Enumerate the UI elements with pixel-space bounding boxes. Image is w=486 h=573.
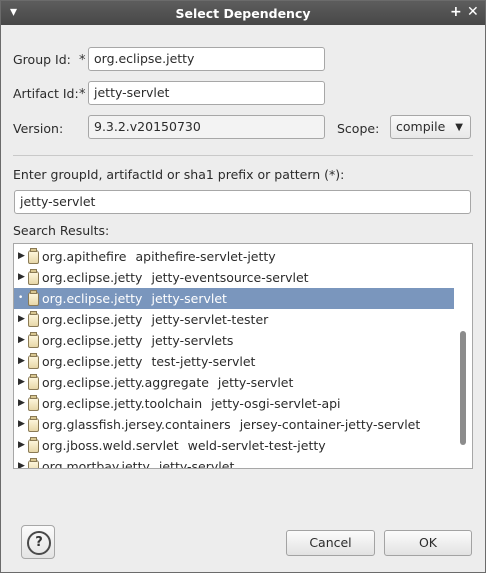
result-group: org.eclipse.jetty (42, 270, 143, 285)
result-group: org.eclipse.jetty (42, 291, 143, 306)
version-field[interactable]: 9.3.2.v20150730 (88, 115, 325, 139)
maximize-icon[interactable]: + (450, 4, 462, 20)
required-marker: * (79, 87, 86, 102)
jar-icon (28, 374, 39, 390)
scrollbar-thumb[interactable] (460, 331, 466, 445)
close-icon[interactable]: ✕ (467, 4, 479, 20)
required-marker: * (79, 53, 86, 68)
result-row[interactable]: ▶ org.eclipse.jetty test-jetty-servlet (14, 351, 454, 372)
result-artifact: jetty-servlet (151, 291, 227, 306)
title-bar: ▾ Select Dependency + ✕ (1, 1, 485, 25)
scope-label: Scope: (337, 121, 380, 136)
jar-icon (28, 290, 39, 306)
result-row[interactable]: • org.eclipse.jetty jetty-servlet (14, 288, 454, 309)
ok-button[interactable]: OK (384, 530, 472, 556)
result-artifact: jersey-container-jetty-servlet (239, 417, 421, 432)
jar-icon (28, 395, 39, 411)
artifact-id-label: Artifact Id: (13, 86, 79, 101)
result-row[interactable]: ▶ org.eclipse.jetty jetty-eventsource-serv… (14, 267, 454, 288)
result-row[interactable]: ▶ org.jboss.weld.servlet weld-servlet-test… (14, 435, 454, 456)
triangle-right-icon[interactable]: ▶ (18, 435, 25, 456)
triangle-right-icon[interactable]: ▶ (18, 267, 25, 288)
jar-icon (28, 458, 39, 468)
separator (13, 155, 473, 156)
jar-icon (28, 353, 39, 369)
triangle-right-icon[interactable]: ▶ (18, 246, 25, 267)
triangle-right-icon[interactable]: ▶ (18, 372, 25, 393)
result-group: org.eclipse.jetty (42, 333, 143, 348)
group-id-field[interactable]: org.eclipse.jetty (88, 47, 325, 71)
result-row[interactable]: ▶ org.glassfish.jersey.containers jersey-c… (14, 414, 454, 435)
result-row[interactable]: ▶ org.eclipse.jetty.toolchain jetty-osgi-s… (14, 393, 454, 414)
search-results-label: Search Results: (13, 223, 110, 238)
scope-value: compile (396, 119, 446, 134)
result-artifact: jetty-servlets (151, 333, 234, 348)
chevron-down-icon: ▼ (455, 122, 463, 133)
artifact-id-field[interactable]: jetty-servlet (88, 81, 325, 105)
cancel-button[interactable]: Cancel (286, 530, 375, 556)
triangle-right-icon[interactable]: ▶ (18, 414, 25, 435)
result-group: org.apithefire (42, 249, 127, 264)
jar-icon (28, 416, 39, 432)
group-id-label: Group Id: (13, 52, 71, 67)
triangle-right-icon[interactable]: ▶ (18, 330, 25, 351)
jar-icon (28, 248, 39, 264)
select-dependency-dialog: ▾ Select Dependency + ✕ Group Id: * org.… (0, 0, 486, 573)
expand-dot-icon[interactable]: • (18, 288, 23, 309)
version-label: Version: (13, 121, 64, 136)
result-row[interactable]: ▶ org.mortbay.jetty jetty-servlet (14, 456, 454, 469)
triangle-right-icon[interactable]: ▶ (18, 456, 25, 468)
search-prompt-label: Enter groupId, artifactId or sha1 prefix… (13, 167, 345, 182)
jar-icon (28, 332, 39, 348)
jar-icon (28, 437, 39, 453)
result-artifact: weld-servlet-test-jetty (187, 438, 326, 453)
result-group: org.jboss.weld.servlet (42, 438, 179, 453)
result-row[interactable]: ▶ org.eclipse.jetty jetty-servlets (14, 330, 454, 351)
result-row[interactable]: ▶ org.eclipse.jetty jetty-servlet-tester (14, 309, 454, 330)
help-icon: ? (27, 531, 51, 555)
result-artifact: jetty-osgi-servlet-api (211, 396, 341, 411)
result-artifact: jetty-servlet-tester (151, 312, 269, 327)
result-group: org.eclipse.jetty (42, 312, 143, 327)
result-artifact: jetty-servlet (158, 459, 235, 469)
result-group: org.eclipse.jetty.aggregate (42, 375, 209, 390)
results-scrollbar[interactable] (454, 244, 472, 468)
jar-icon (28, 311, 39, 327)
jar-icon (28, 269, 39, 285)
triangle-right-icon[interactable]: ▶ (18, 309, 25, 330)
search-input[interactable]: jetty-servlet (14, 190, 471, 214)
result-row[interactable]: ▶ org.eclipse.jetty.aggregate jetty-servle… (14, 372, 454, 393)
search-results-tree[interactable]: ▶ org.apithefire apithefire-servlet-jetty ▶… (13, 243, 473, 469)
result-group: org.eclipse.jetty (42, 354, 143, 369)
result-artifact: test-jetty-servlet (151, 354, 256, 369)
result-artifact: jetty-servlet (217, 375, 294, 390)
result-artifact: jetty-eventsource-servlet (151, 270, 309, 285)
result-row[interactable]: ▶ org.apithefire apithefire-servlet-jetty (14, 246, 454, 267)
result-group: org.glassfish.jersey.containers (42, 417, 231, 432)
result-artifact: apithefire-servlet-jetty (135, 249, 276, 264)
triangle-right-icon[interactable]: ▶ (18, 393, 25, 414)
help-button[interactable]: ? (21, 525, 55, 559)
scope-dropdown[interactable]: compile ▼ (390, 115, 471, 139)
result-group: org.eclipse.jetty.toolchain (42, 396, 203, 411)
result-group: org.mortbay.jetty (42, 459, 150, 469)
dialog-title: Select Dependency (175, 6, 311, 21)
triangle-right-icon[interactable]: ▶ (18, 351, 25, 372)
